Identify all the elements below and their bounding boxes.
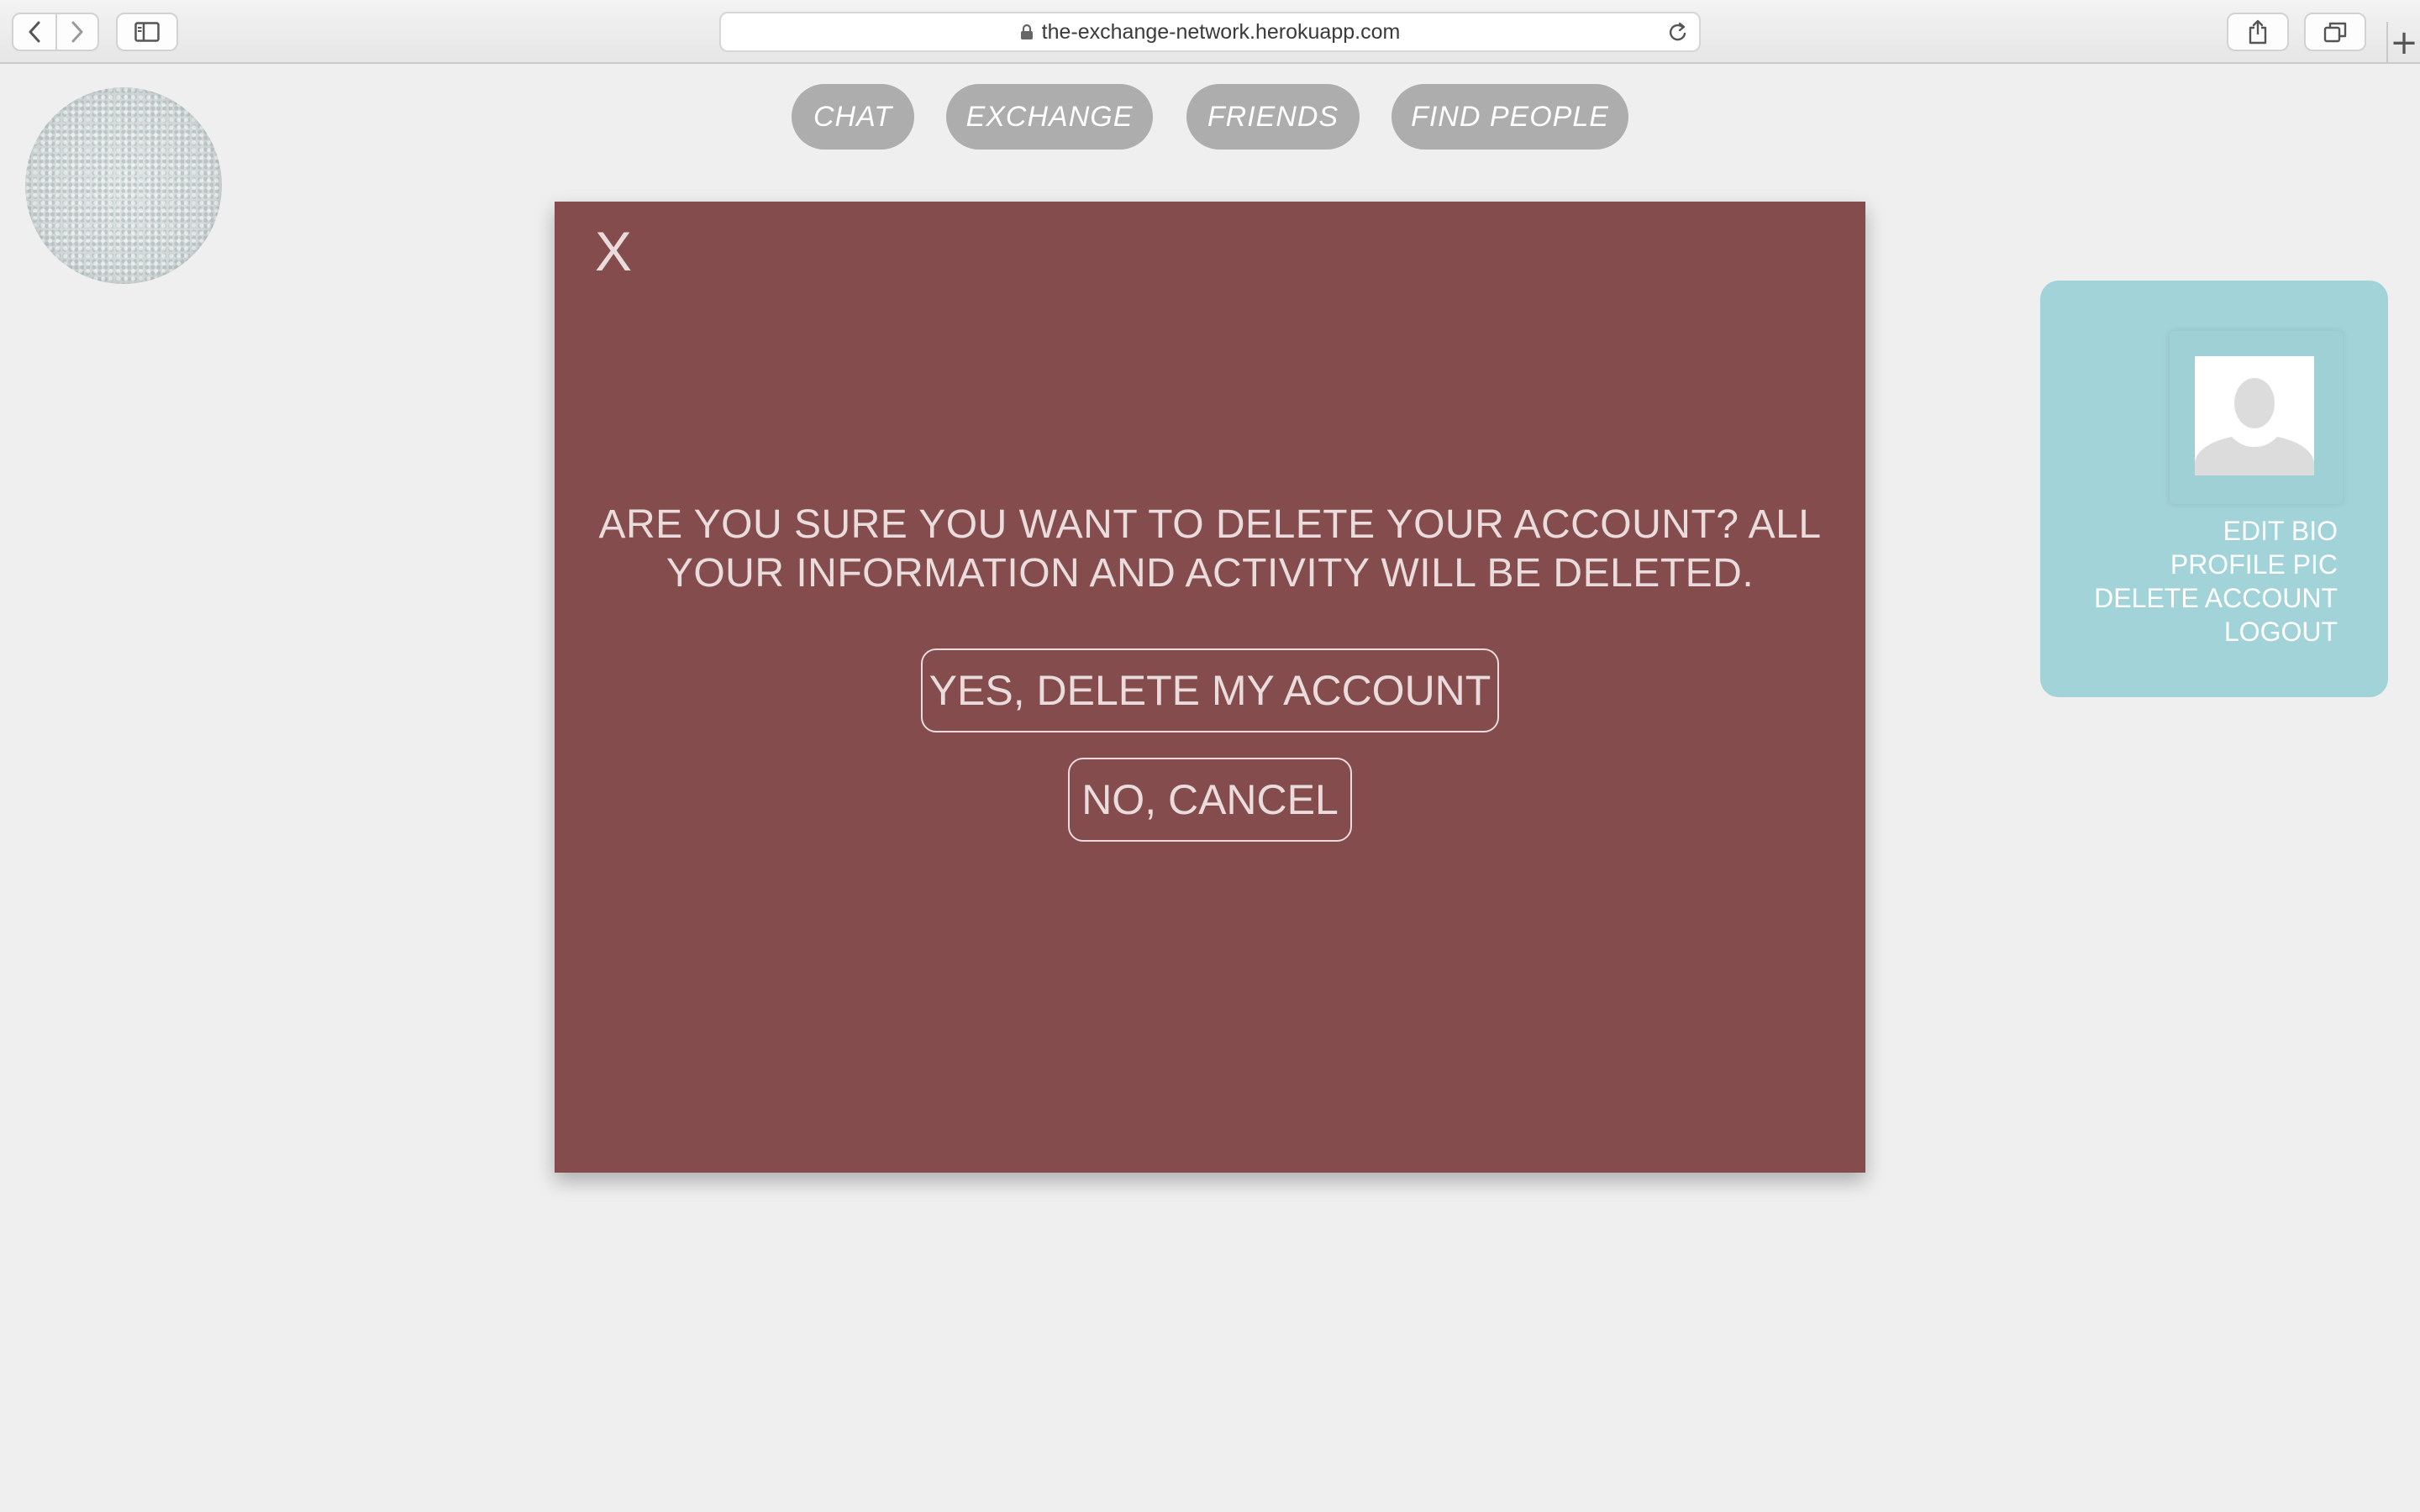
- main-nav: CHAT EXCHANGE FRIENDS FIND PEOPLE: [0, 84, 2420, 150]
- lock-icon: [1020, 24, 1034, 40]
- edit-bio-link[interactable]: EDIT BIO: [2094, 514, 2338, 548]
- share-button[interactable]: [2227, 13, 2289, 51]
- new-tab-button[interactable]: +: [2386, 22, 2420, 64]
- profile-pic-link[interactable]: PROFILE PIC: [2094, 548, 2338, 581]
- sidebar-button[interactable]: [116, 13, 178, 51]
- nav-find-people-label: FIND PEOPLE: [1411, 100, 1609, 133]
- nav-exchange-button[interactable]: EXCHANGE: [946, 84, 1153, 150]
- chevron-right-icon: [71, 21, 83, 43]
- browser-toolbar: the-exchange-network.herokuapp.com +: [0, 0, 2420, 64]
- confirmation-message: ARE YOU SURE YOU WANT TO DELETE YOUR ACC…: [598, 502, 1822, 596]
- cancel-button[interactable]: NO, CANCEL: [1068, 758, 1352, 842]
- default-avatar-icon: [2195, 356, 2314, 475]
- delete-account-modal: X ARE YOU SURE YOU WANT TO DELETE YOUR A…: [555, 202, 1865, 1173]
- profile-card: EDIT BIO PROFILE PIC DELETE ACCOUNT LOGO…: [2040, 281, 2388, 697]
- tabs-icon: [2323, 22, 2347, 43]
- url-text: the-exchange-network.herokuapp.com: [1041, 19, 1401, 44]
- nav-chat-label: CHAT: [813, 100, 893, 133]
- forward-button[interactable]: [55, 14, 97, 50]
- tabs-button[interactable]: [2304, 13, 2366, 51]
- close-button[interactable]: X: [595, 223, 632, 279]
- delete-account-link[interactable]: DELETE ACCOUNT: [2094, 581, 2338, 615]
- back-button[interactable]: [13, 14, 55, 50]
- share-icon: [2249, 19, 2267, 45]
- nav-friends-label: FRIENDS: [1207, 100, 1339, 133]
- nav-chat-button[interactable]: CHAT: [792, 84, 914, 150]
- chevron-left-icon: [29, 21, 40, 43]
- reload-icon[interactable]: [1667, 21, 1689, 50]
- plus-icon: +: [2390, 24, 2418, 62]
- nav-buttons: [12, 13, 99, 51]
- avatar[interactable]: [2195, 356, 2314, 475]
- avatar-frame: [2170, 331, 2343, 504]
- sidebar-icon: [134, 22, 160, 42]
- profile-menu: EDIT BIO PROFILE PIC DELETE ACCOUNT LOGO…: [2094, 514, 2338, 648]
- confirm-delete-button[interactable]: YES, DELETE MY ACCOUNT: [921, 648, 1499, 732]
- nav-friends-button[interactable]: FRIENDS: [1186, 84, 1360, 150]
- logout-link[interactable]: LOGOUT: [2094, 615, 2338, 648]
- address-bar[interactable]: the-exchange-network.herokuapp.com: [719, 12, 1701, 52]
- nav-exchange-label: EXCHANGE: [965, 100, 1134, 133]
- nav-find-people-button[interactable]: FIND PEOPLE: [1392, 84, 1628, 150]
